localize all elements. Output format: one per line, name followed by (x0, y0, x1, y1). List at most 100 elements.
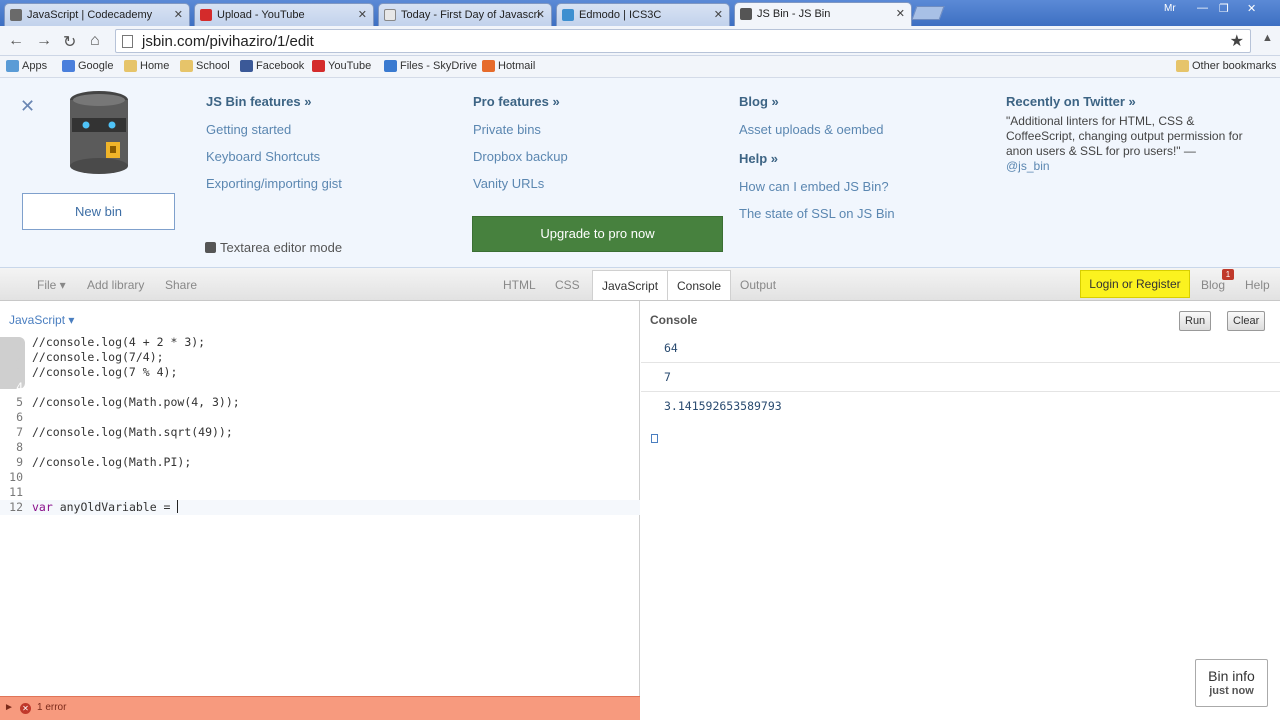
bookmark-label: School (196, 60, 230, 72)
twitter-handle-link[interactable]: @js_bin (1006, 159, 1050, 173)
bookmark-home[interactable]: Home (124, 60, 169, 72)
page-icon (122, 35, 133, 48)
link-exporting-gist[interactable]: Exporting/importing gist (206, 176, 342, 191)
console-title: Console (650, 313, 698, 327)
bookmark-label: Home (140, 60, 170, 72)
line-text: //console.log(Math.sqrt(49)); (32, 425, 233, 439)
share-button[interactable]: Share (165, 278, 197, 292)
window-close-icon[interactable]: ✕ (1247, 2, 1256, 15)
bookmark-hotmail[interactable]: Hotmail (482, 60, 535, 72)
add-library-button[interactable]: Add library (87, 278, 144, 292)
chrome-menu-icon[interactable]: ▲ (1262, 32, 1273, 44)
pro-features-heading[interactable]: Pro features » (473, 94, 568, 109)
error-count-label[interactable]: 1 error (37, 702, 66, 713)
code-line: 10 (0, 470, 640, 485)
panel-toggle-console[interactable]: Console (667, 270, 732, 300)
reload-icon[interactable]: ↻ (63, 32, 76, 52)
jsbin-features-heading[interactable]: JS Bin features » (206, 94, 342, 109)
close-icon[interactable]: ✕ (896, 7, 905, 20)
file-menu[interactable]: File ▾ (37, 278, 66, 292)
cloud-icon (384, 60, 397, 72)
home-icon[interactable]: ⌂ (90, 32, 100, 50)
bookmark-other[interactable]: Other bookmarks (1176, 60, 1276, 72)
clear-button[interactable]: Clear (1227, 311, 1266, 331)
login-register-button[interactable]: Login or Register (1080, 270, 1190, 298)
browser-tab-jsbin[interactable]: JS Bin - JS Bin ✕ (734, 2, 912, 26)
close-icon[interactable]: ✕ (174, 8, 183, 21)
bin-info-title: Bin info (1208, 668, 1255, 684)
link-embed-jsbin[interactable]: How can I embed JS Bin? (739, 179, 895, 194)
tab-title: Edmodo | ICS3C (579, 9, 662, 21)
bookmark-school[interactable]: School (180, 60, 230, 72)
youtube-favicon-icon (200, 9, 212, 21)
link-ssl-state[interactable]: The state of SSL on JS Bin (739, 206, 895, 221)
link-asset-uploads[interactable]: Asset uploads & oembed (739, 122, 895, 137)
help-heading[interactable]: Help » (739, 151, 895, 166)
code-line: 5 //console.log(Math.pow(4, 3)); (0, 395, 640, 410)
console-output-value: 3.141592653589793 (664, 399, 782, 413)
bookmark-youtube[interactable]: YouTube (312, 60, 371, 72)
jsbin-favicon-icon (740, 8, 752, 20)
code-line: 7 //console.log(Math.sqrt(49)); (0, 425, 640, 440)
javascript-editor-panel[interactable]: JavaScript ▾ 1//console.log(4 + 2 * 3); … (0, 301, 640, 696)
link-private-bins[interactable]: Private bins (473, 122, 568, 137)
blog-link[interactable]: Blog (1201, 278, 1225, 292)
panel-toggle-html[interactable]: HTML (494, 270, 545, 300)
keyword-var: var (32, 500, 53, 514)
tab-title: JS Bin - JS Bin (757, 8, 831, 20)
bin-info-button[interactable]: Bin info just now (1195, 659, 1268, 707)
help-link[interactable]: Help (1245, 278, 1270, 292)
google-icon (62, 60, 75, 72)
link-dropbox-backup[interactable]: Dropbox backup (473, 149, 568, 164)
facebook-icon (240, 60, 253, 72)
twitter-heading[interactable]: Recently on Twitter » (1006, 94, 1256, 109)
line-text: //console.log(7 % 4); (32, 365, 178, 379)
new-bin-button[interactable]: New bin (22, 193, 175, 230)
bookmark-google[interactable]: Google (62, 60, 113, 72)
close-icon[interactable]: ✕ (714, 8, 723, 21)
browser-tab-youtube[interactable]: Upload - YouTube ✕ (194, 3, 374, 26)
textarea-mode-toggle[interactable]: Textarea editor mode (205, 240, 342, 255)
run-button[interactable]: Run (1179, 311, 1212, 331)
folder-icon (124, 60, 137, 72)
console-prompt-icon[interactable] (651, 434, 658, 443)
link-getting-started[interactable]: Getting started (206, 122, 342, 137)
profile-label[interactable]: Mr (1164, 3, 1176, 14)
panel-toggle-output[interactable]: Output (731, 270, 785, 300)
panel-toggle-javascript[interactable]: JavaScript (592, 270, 669, 300)
bookmark-facebook[interactable]: Facebook (240, 60, 304, 72)
url-text[interactable]: jsbin.com/pivihaziro/1/edit (142, 33, 314, 50)
new-tab-button[interactable] (911, 6, 945, 20)
console-panel[interactable]: Console Run Clear 64 7 3.141592653589793 (641, 301, 1280, 720)
browser-tab-today[interactable]: Today - First Day of Javascri ✕ (378, 3, 552, 26)
minimize-icon[interactable]: — (1197, 2, 1208, 14)
error-status-bar[interactable]: ► ✕ 1 error (0, 696, 640, 720)
panel-toggle-css[interactable]: CSS (546, 270, 589, 300)
close-icon[interactable]: ✕ (536, 8, 545, 21)
browser-tab-edmodo[interactable]: Edmodo | ICS3C ✕ (556, 3, 730, 26)
console-output-row: 64 (641, 334, 1280, 363)
line-number: 3 (16, 365, 23, 379)
expand-arrow-icon[interactable]: ► (4, 702, 14, 713)
blog-heading[interactable]: Blog » (739, 94, 895, 109)
close-icon[interactable]: ✕ (358, 8, 367, 21)
checkbox-icon[interactable] (205, 242, 216, 253)
close-icon[interactable]: ✕ (20, 96, 35, 117)
editor-language-label[interactable]: JavaScript ▾ (9, 313, 74, 327)
address-bar[interactable]: jsbin.com/pivihaziro/1/edit ★ (115, 29, 1251, 53)
bookmark-label: YouTube (328, 60, 372, 72)
upgrade-to-pro-button[interactable]: Upgrade to pro now (472, 216, 723, 252)
blog-column: Blog » Asset uploads & oembed Help » How… (739, 94, 895, 233)
link-vanity-urls[interactable]: Vanity URLs (473, 176, 568, 191)
back-arrow-icon[interactable]: ← (8, 32, 24, 50)
bookmark-star-icon[interactable]: ★ (1230, 31, 1244, 51)
browser-tab-codecademy[interactable]: JavaScript | Codecademy ✕ (4, 3, 190, 26)
bookmarks-bar: Apps Google Home School Facebook YouTube… (0, 56, 1280, 78)
link-keyboard-shortcuts[interactable]: Keyboard Shortcuts (206, 149, 342, 164)
browser-toolbar: ← → ↻ ⌂ jsbin.com/pivihaziro/1/edit ★ ▲ (0, 26, 1280, 56)
bookmark-apps[interactable]: Apps (6, 60, 47, 72)
forward-arrow-icon[interactable]: → (36, 32, 52, 50)
text-caret (177, 500, 179, 513)
maximize-icon[interactable]: ❐ (1219, 2, 1229, 15)
bookmark-skydrive[interactable]: Files - SkyDrive (384, 60, 477, 72)
